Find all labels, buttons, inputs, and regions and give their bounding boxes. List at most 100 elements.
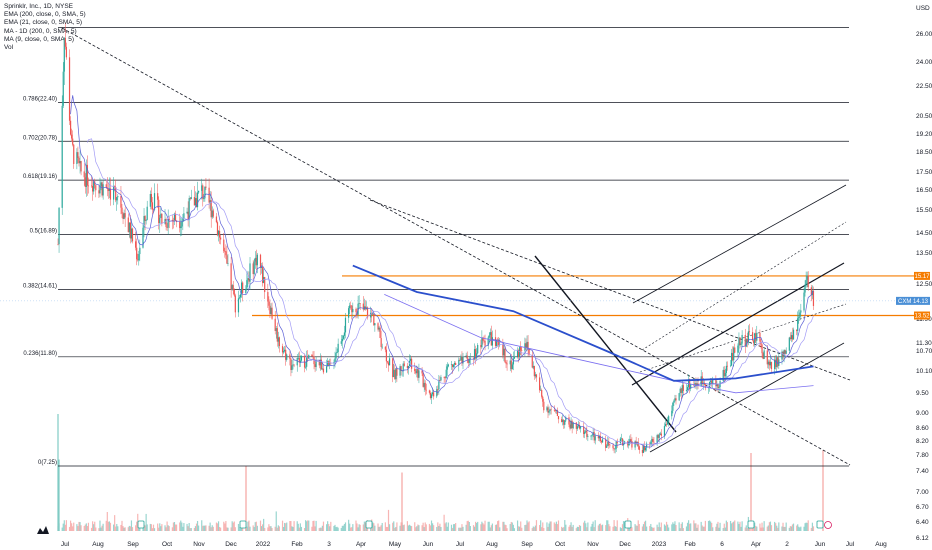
volume-bar xyxy=(663,524,666,531)
volume-bar xyxy=(298,527,300,531)
volume-bar xyxy=(428,523,431,531)
candle-body xyxy=(766,350,768,365)
candle-body xyxy=(136,247,138,260)
volume-bar xyxy=(289,520,291,531)
channel-mid-dashed-line[interactable] xyxy=(639,303,847,373)
candle-body xyxy=(255,257,257,266)
volume-bar xyxy=(533,527,535,531)
candle-body xyxy=(428,390,431,393)
long-downtrend-dashed-line[interactable] xyxy=(61,27,851,466)
volume-bar xyxy=(812,526,815,531)
candle-body xyxy=(615,440,617,449)
candle-body xyxy=(724,372,726,377)
volume-bar xyxy=(725,520,727,531)
volume-bar xyxy=(93,524,95,531)
candle-body xyxy=(605,439,607,448)
volume-bar xyxy=(729,520,732,531)
volume-bar xyxy=(233,521,235,531)
candle-body xyxy=(62,71,64,106)
volume-bar xyxy=(781,526,783,531)
earnings-marker-icon[interactable] xyxy=(137,520,145,529)
volume-bar xyxy=(190,528,192,531)
candle-body xyxy=(672,402,674,411)
candle-body xyxy=(685,389,688,391)
time-tick-label: Dec xyxy=(225,541,237,548)
candle-body xyxy=(675,398,677,401)
candle-body xyxy=(729,365,732,367)
volume-bar xyxy=(646,526,648,531)
time-tick-label: Aug xyxy=(875,541,887,548)
volume-bar xyxy=(300,526,303,531)
candle-body xyxy=(406,365,408,368)
volume-bar xyxy=(652,527,654,531)
trend-drawings[interactable] xyxy=(0,27,914,466)
price-tick-label: 11.30 xyxy=(916,340,932,347)
candle-body xyxy=(402,363,404,371)
earnings-marker-icon[interactable] xyxy=(624,520,632,529)
volume-bar xyxy=(146,524,148,531)
candle-body xyxy=(135,241,137,248)
time-tick-label: 2023 xyxy=(652,541,667,548)
volume-bar xyxy=(180,520,182,531)
volume-bar xyxy=(455,523,457,531)
price-chart[interactable]: 0.786(22.40) 0.702(20.78) 0.618(19.16) 0.5(… xyxy=(0,0,932,550)
volume-bar xyxy=(797,524,799,531)
candle-body xyxy=(444,377,446,379)
candle-body xyxy=(521,350,523,351)
candle-body xyxy=(252,263,254,275)
volume-bar xyxy=(374,525,376,531)
candle-body xyxy=(630,439,632,442)
candle-body xyxy=(597,436,599,439)
candle-body xyxy=(562,419,564,422)
channel-upper-line[interactable] xyxy=(632,184,847,304)
time-tick-label: 3 xyxy=(327,541,331,548)
candle-body xyxy=(358,303,360,304)
candle-body xyxy=(680,388,682,393)
candle-body xyxy=(506,363,508,365)
volume-bar xyxy=(608,524,610,531)
price-tick-label: 7.40 xyxy=(916,468,929,475)
time-axis[interactable]: Jul Aug Sep Oct Nov Dec 2022 Feb 3 Apr May Jun Jul Au… xyxy=(61,541,887,548)
earnings-marker-icon[interactable] xyxy=(365,520,373,529)
volume-bar xyxy=(717,521,719,531)
volume-bar xyxy=(113,524,115,531)
candle-body xyxy=(291,365,293,370)
price-tags: 15.17 13.52 CXM 14.13 xyxy=(896,271,930,320)
volume-bar xyxy=(312,520,314,531)
volume-bar xyxy=(774,521,776,531)
candle-body xyxy=(489,332,491,336)
earnings-marker-icon[interactable] xyxy=(747,520,755,529)
volume-bar xyxy=(211,525,213,531)
volume-bar xyxy=(543,528,545,531)
candle-body xyxy=(286,354,288,360)
volume-bar xyxy=(188,523,190,531)
candle-body xyxy=(535,374,538,378)
volume-bar xyxy=(535,520,538,531)
candle-body xyxy=(308,354,310,359)
volume-bar xyxy=(482,523,484,531)
earnings-marker-icon[interactable] xyxy=(816,520,824,529)
candle-body xyxy=(292,364,294,366)
fib-retracement[interactable]: 0.786(22.40) 0.702(20.78) 0.618(19.16) 0.5(… xyxy=(23,27,849,467)
volume-bar xyxy=(483,524,485,531)
dividend-marker-icon[interactable] xyxy=(824,521,832,529)
volume-bar xyxy=(644,520,647,531)
price-tick-label: 12.50 xyxy=(916,281,932,288)
candle-body xyxy=(734,347,736,353)
volume-bar xyxy=(701,525,703,531)
earnings-marker-icon[interactable] xyxy=(239,520,247,529)
volume-bar xyxy=(124,527,126,531)
time-tick-label: Jul xyxy=(61,541,70,548)
volume-bar xyxy=(101,525,103,531)
candle-body xyxy=(564,420,566,425)
volume-bar xyxy=(340,528,342,531)
volume-pane xyxy=(57,414,832,531)
volume-bar xyxy=(274,526,276,531)
time-tick-label: 6 xyxy=(720,541,724,548)
candle-body xyxy=(380,338,382,347)
volume-bar xyxy=(355,520,357,531)
volume-bar xyxy=(179,522,181,531)
steep-downtrend-line[interactable] xyxy=(534,255,677,433)
candle-body xyxy=(548,411,550,413)
volume-bar xyxy=(337,527,339,531)
